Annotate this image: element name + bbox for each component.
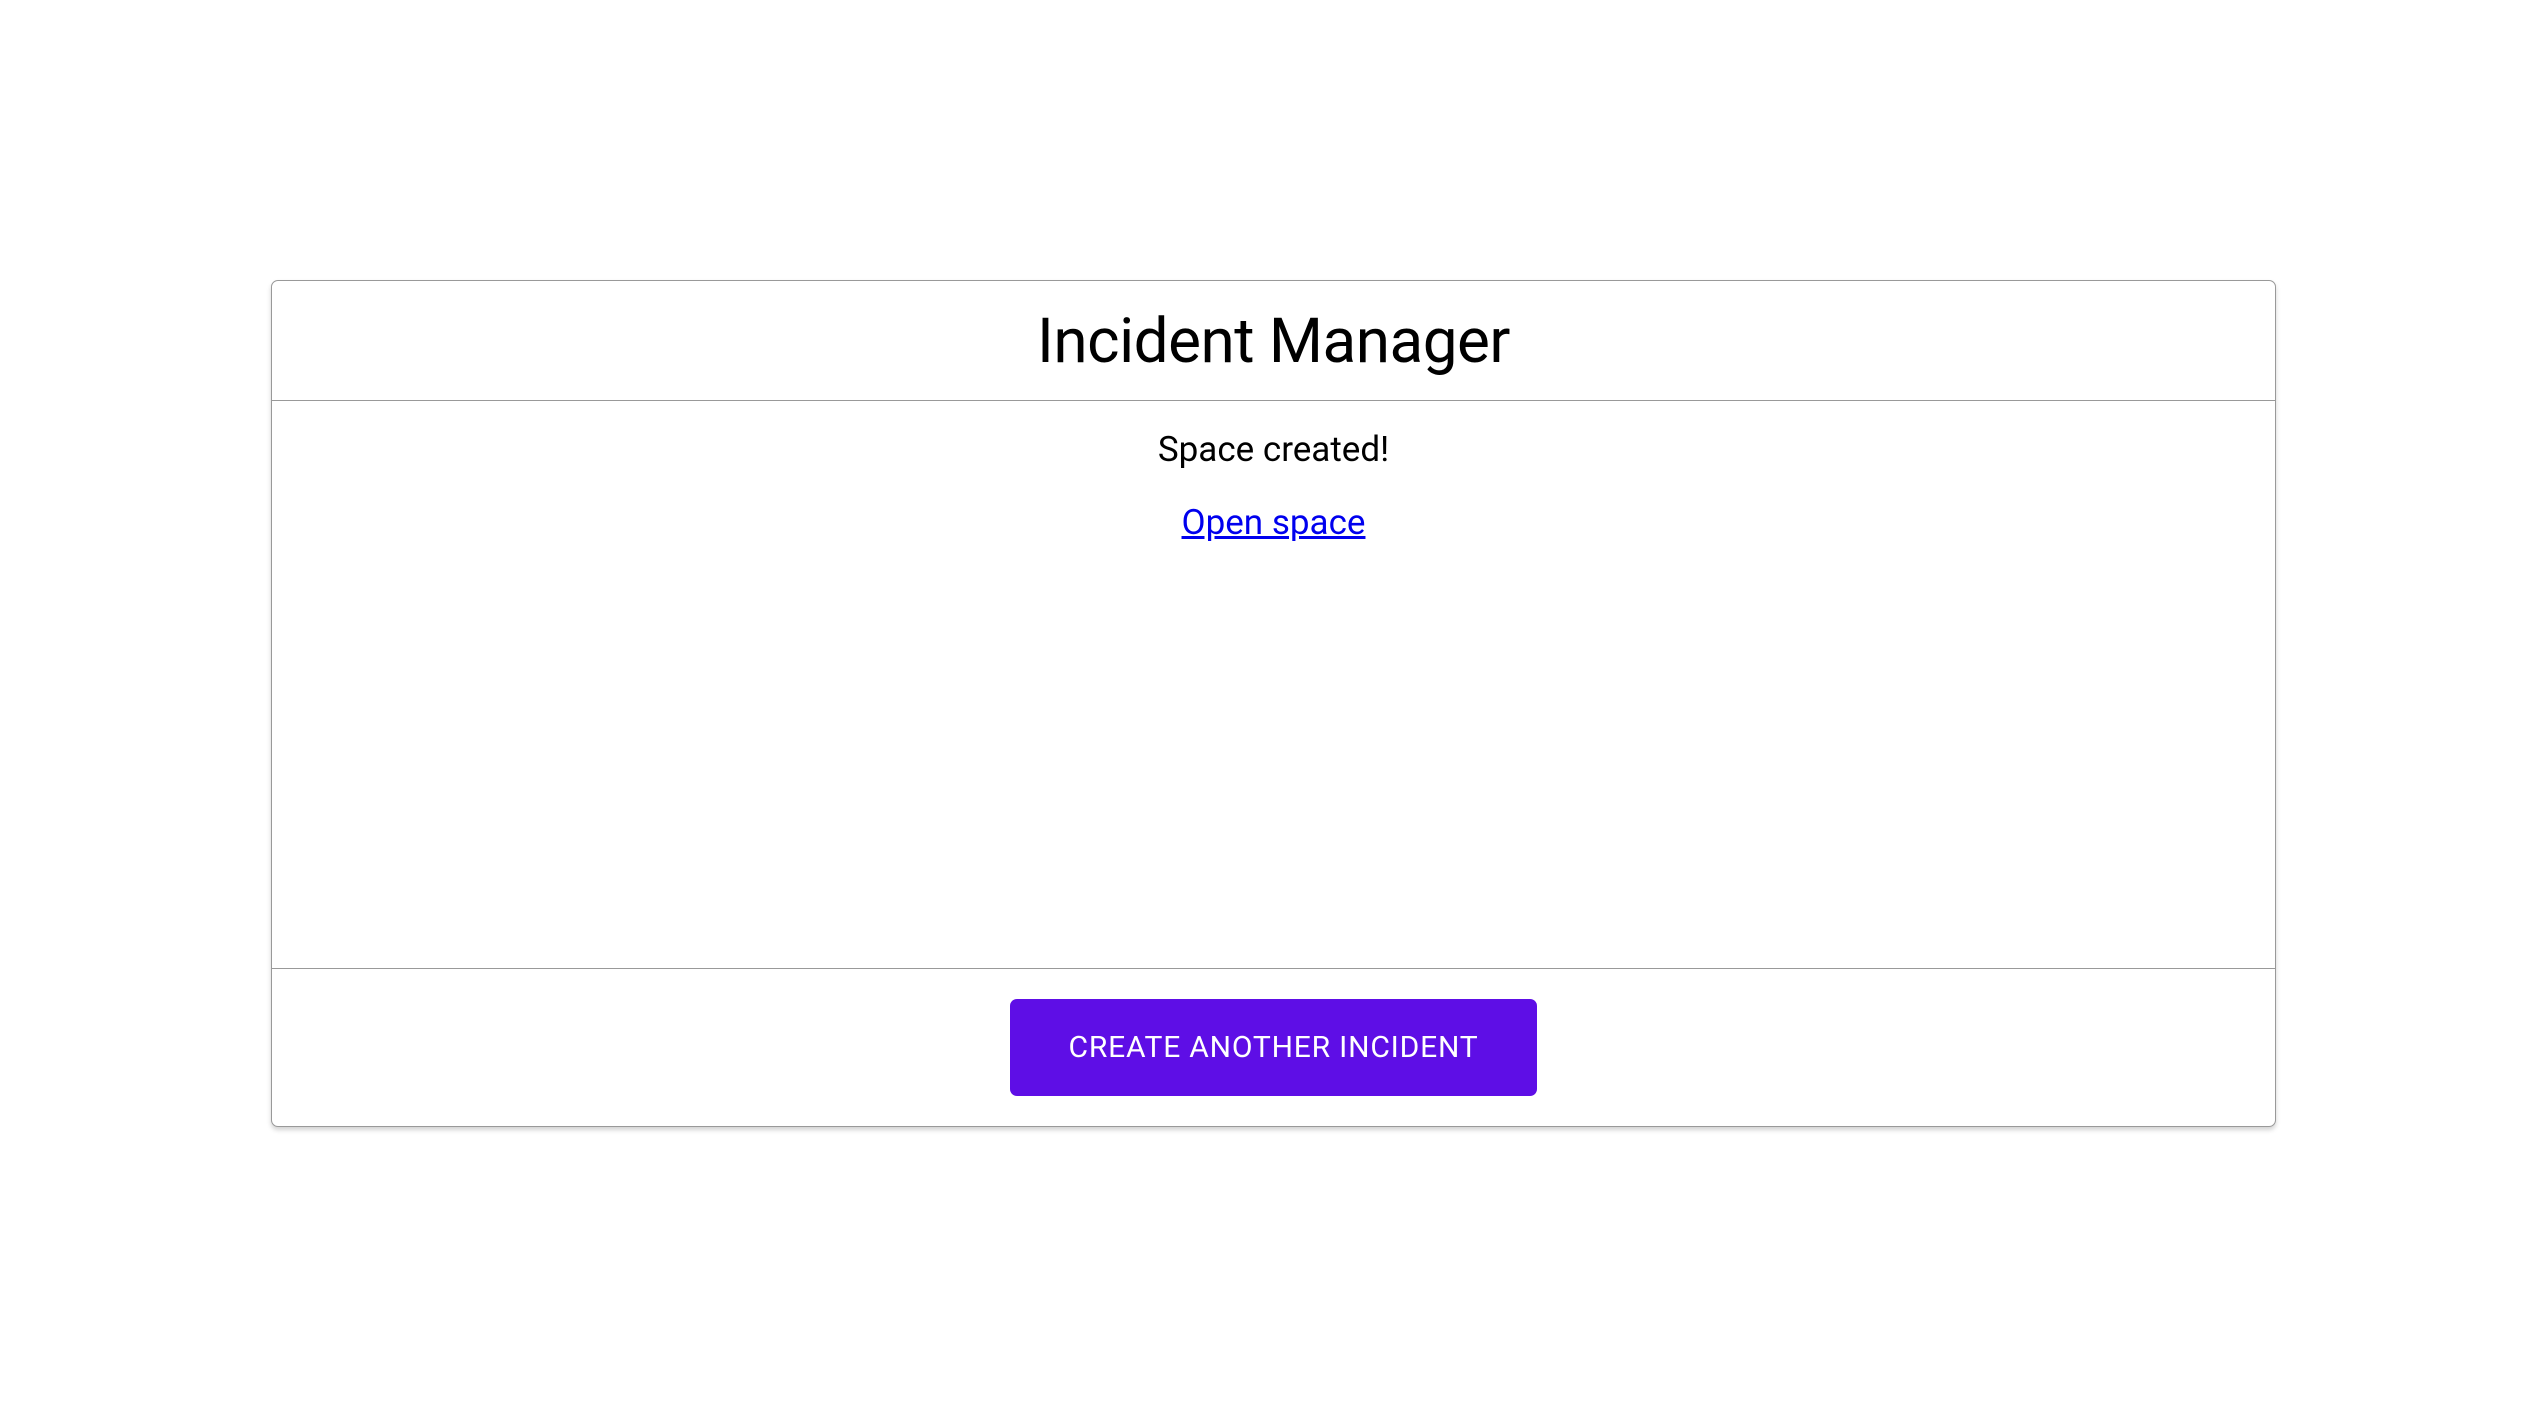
card-body: Space created! Open space — [272, 401, 2275, 969]
open-space-link[interactable]: Open space — [1182, 502, 1366, 543]
card-header: Incident Manager — [272, 281, 2275, 401]
page-title: Incident Manager — [292, 305, 2255, 378]
create-another-incident-button[interactable]: CREATE ANOTHER INCIDENT — [1010, 999, 1538, 1096]
status-message: Space created! — [292, 429, 2255, 470]
incident-manager-card: Incident Manager Space created! Open spa… — [271, 280, 2276, 1127]
card-footer: CREATE ANOTHER INCIDENT — [272, 969, 2275, 1126]
